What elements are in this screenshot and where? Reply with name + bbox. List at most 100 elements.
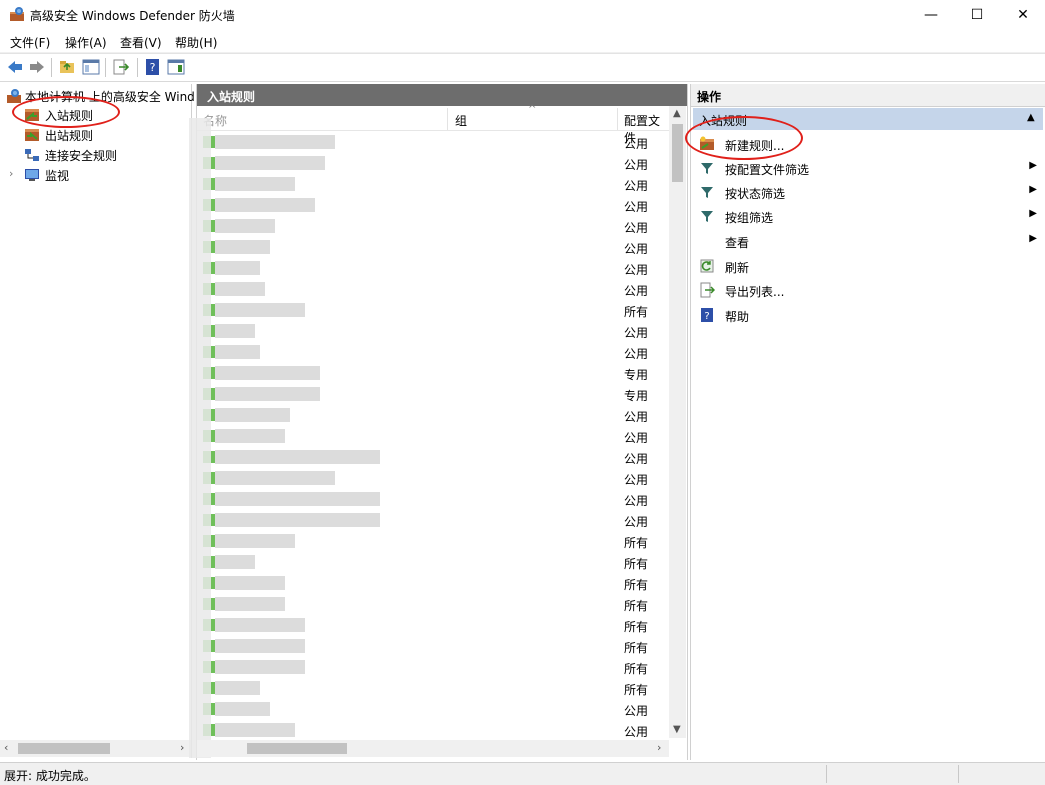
tree-item-connection-security[interactable]: 连接安全规则	[0, 145, 191, 165]
rule-profile: 公用	[624, 179, 649, 193]
table-row[interactable]: 公用	[197, 720, 669, 738]
filter-icon	[699, 184, 715, 200]
table-row[interactable]: 所有	[197, 531, 669, 552]
table-row[interactable]: 所有	[197, 300, 669, 321]
rule-name-blurred	[215, 555, 255, 569]
scroll-right-icon[interactable]: ›	[657, 741, 661, 754]
table-row[interactable]: 专用	[197, 363, 669, 384]
table-row[interactable]: 所有	[197, 657, 669, 678]
table-row[interactable]: 公用	[197, 489, 669, 510]
action-item[interactable]: 导出列表...	[693, 278, 1043, 302]
rule-profile: 公用	[624, 494, 649, 508]
table-row[interactable]: 所有	[197, 636, 669, 657]
table-row[interactable]: 公用	[197, 468, 669, 489]
action-item[interactable]: 按组筛选 ▶	[693, 204, 1043, 228]
actions-list: 新建规则... 按配置文件筛选 ▶ 按状态筛选 ▶ 按组筛选 ▶ 查看 ▶ 刷新 导出列表...? 帮…	[693, 132, 1043, 332]
rule-name-blurred	[215, 597, 285, 611]
tree-item-monitoring[interactable]: › 监视	[0, 165, 191, 185]
rule-profile: 所有	[624, 557, 649, 571]
action-item[interactable]: 按状态筛选 ▶	[693, 180, 1043, 204]
table-row[interactable]: 公用	[197, 426, 669, 447]
rule-name-blurred	[215, 660, 305, 674]
help-toolbar-icon[interactable]: ?	[144, 58, 162, 76]
rule-name-blurred	[215, 198, 315, 212]
table-row[interactable]: 所有	[197, 678, 669, 699]
table-row[interactable]: 所有	[197, 594, 669, 615]
table-row[interactable]: 专用	[197, 384, 669, 405]
submenu-arrow-icon: ▶	[1029, 160, 1037, 171]
table-row[interactable]: 公用	[197, 132, 669, 153]
outbound-rules-icon	[25, 129, 39, 141]
table-row[interactable]: 公用	[197, 153, 669, 174]
column-divider[interactable]	[447, 108, 448, 130]
table-row[interactable]: 公用	[197, 447, 669, 468]
action-item[interactable]: 查看 ▶	[693, 229, 1043, 253]
rule-name-blurred	[215, 450, 380, 464]
scroll-left-icon[interactable]: ‹	[4, 741, 8, 754]
table-row[interactable]: 公用	[197, 699, 669, 720]
table-row[interactable]: 公用	[197, 195, 669, 216]
close-button[interactable]: ✕	[1000, 0, 1045, 30]
table-row[interactable]: 公用	[197, 342, 669, 363]
forward-arrow-icon[interactable]	[28, 58, 46, 76]
tree-item-outbound-rules[interactable]: 出站规则	[0, 125, 191, 145]
rule-profile: 公用	[624, 515, 649, 529]
rules-horizontal-scrollbar[interactable]: ›	[197, 740, 669, 757]
action-label: 按配置文件筛选	[725, 163, 810, 177]
back-arrow-icon[interactable]	[6, 58, 24, 76]
table-row[interactable]: 公用	[197, 405, 669, 426]
collapse-up-icon[interactable]: ▲	[1027, 112, 1035, 123]
rule-profile: 所有	[624, 305, 649, 319]
scroll-up-icon[interactable]: ▲	[673, 108, 681, 119]
rule-profile: 所有	[624, 641, 649, 655]
menu-view[interactable]: 查看(V)	[120, 34, 162, 51]
rule-profile: 公用	[624, 200, 649, 214]
table-row[interactable]: 公用	[197, 258, 669, 279]
up-folder-icon[interactable]	[58, 58, 76, 76]
table-row[interactable]: 公用	[197, 174, 669, 195]
scroll-right-icon[interactable]: ›	[180, 741, 184, 754]
rule-profile: 公用	[624, 326, 649, 340]
menu-help[interactable]: 帮助(H)	[175, 34, 217, 51]
table-row[interactable]: 公用	[197, 510, 669, 531]
chevron-right-icon[interactable]: ›	[9, 167, 13, 180]
tree-item-label: 出站规则	[45, 129, 94, 143]
table-row[interactable]: 所有	[197, 573, 669, 594]
scroll-thumb[interactable]	[247, 743, 347, 754]
scroll-thumb[interactable]	[672, 124, 683, 182]
rule-name-blurred	[215, 282, 265, 296]
tree-item-label: 连接安全规则	[45, 149, 118, 163]
table-row[interactable]: 公用	[197, 216, 669, 237]
rule-name-blurred	[215, 639, 305, 653]
menu-action[interactable]: 操作(A)	[65, 34, 107, 51]
actions-pane: 操作 入站规则 ▲ 新建规则... 按配置文件筛选 ▶ 按状态筛选 ▶ 按组筛选 ▶ 查看 ▶ 刷…	[685, 84, 1045, 760]
menu-file[interactable]: 文件(F)	[10, 34, 50, 51]
submenu-arrow-icon: ▶	[1029, 208, 1037, 219]
table-row[interactable]: 所有	[197, 552, 669, 573]
action-label: 按状态筛选	[725, 187, 786, 201]
rule-profile: 所有	[624, 662, 649, 676]
minimize-button[interactable]: —	[908, 0, 954, 30]
action-label: 帮助	[725, 310, 750, 324]
rules-vertical-scrollbar[interactable]: ▲ ▼	[669, 106, 686, 738]
column-divider[interactable]	[617, 108, 618, 130]
action-item[interactable]: ? 帮助	[693, 303, 1043, 327]
action-item[interactable]: 刷新	[693, 254, 1043, 278]
table-row[interactable]: 公用	[197, 321, 669, 342]
rule-name-blurred	[215, 681, 260, 695]
rule-name-blurred	[215, 177, 295, 191]
export-toolbar-icon[interactable]	[112, 58, 130, 76]
scroll-down-icon[interactable]: ▼	[673, 724, 681, 735]
rule-profile: 公用	[624, 431, 649, 445]
console-tree: 本地计算机 上的高级安全 Wind 入站规则 出站规则 连接安全规则 › 监视 …	[0, 84, 195, 758]
scroll-thumb[interactable]	[18, 743, 110, 754]
left-horizontal-scrollbar[interactable]: ‹ ›	[0, 740, 191, 757]
table-row[interactable]: 公用	[197, 237, 669, 258]
table-row[interactable]: 所有	[197, 615, 669, 636]
action-label: 刷新	[725, 261, 750, 275]
table-row[interactable]: 公用	[197, 279, 669, 300]
column-header-group[interactable]: 组	[455, 112, 467, 129]
show-action-pane-icon[interactable]	[167, 58, 185, 76]
show-tree-icon[interactable]	[82, 58, 100, 76]
maximize-button[interactable]: ☐	[954, 0, 1000, 30]
